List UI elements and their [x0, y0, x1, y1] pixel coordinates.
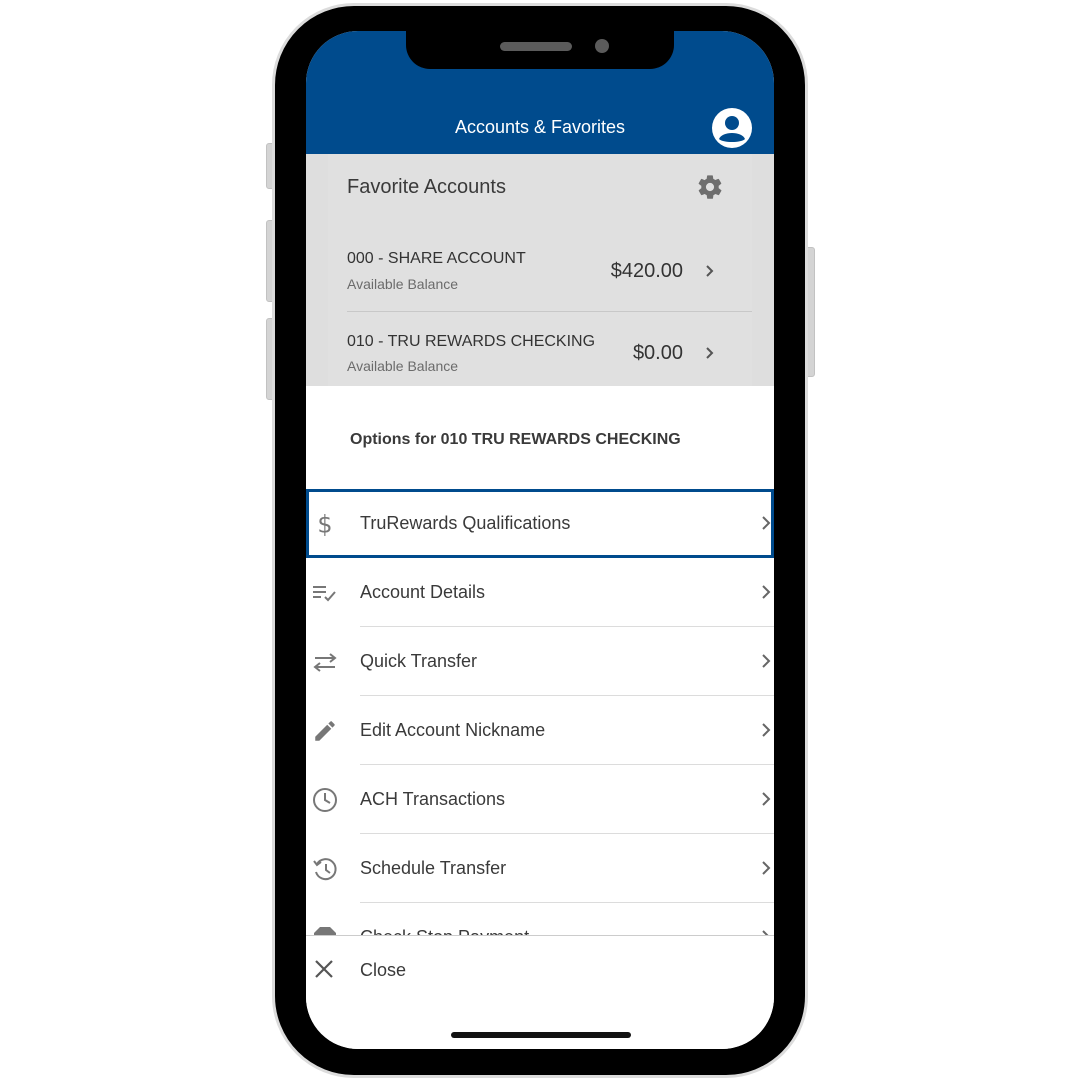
options-list[interactable]: $ TruRewards Qualifications Account Deta… [306, 489, 774, 935]
clock-icon [313, 788, 337, 812]
option-label: TruRewards Qualifications [360, 513, 571, 533]
option-schedule-transfer[interactable]: Schedule Transfer [306, 834, 774, 903]
account-balance: $0.00 [632, 342, 683, 364]
list-check-icon [313, 586, 336, 602]
phone-notch [406, 31, 674, 69]
option-label: Check Stop Payment [360, 927, 529, 935]
account-balance-label: Available Balance [347, 358, 459, 374]
option-trurewards-qualifications[interactable]: $ TruRewards Qualifications [306, 489, 774, 558]
option-label: Schedule Transfer [360, 858, 507, 878]
page-title: Accounts & Favorites [454, 117, 626, 137]
favorites-title: Favorite Accounts [347, 176, 506, 198]
option-account-details[interactable]: Account Details [306, 558, 774, 627]
options-bottom-sheet: Options for 010 TRU REWARDS CHECKING $ T… [306, 386, 774, 1049]
home-indicator[interactable] [451, 1032, 631, 1038]
option-ach-transactions[interactable]: ACH Transactions [306, 765, 774, 834]
front-camera [595, 39, 609, 53]
profile-icon[interactable] [711, 107, 753, 149]
option-quick-transfer[interactable]: Quick Transfer [306, 627, 774, 696]
option-check-stop-payment[interactable]: Check Stop Payment [306, 903, 774, 935]
svg-text:$: $ [317, 511, 332, 537]
sheet-title: Options for 010 TRU REWARDS CHECKING [350, 431, 681, 448]
close-icon [315, 960, 333, 978]
speaker-grille [500, 42, 572, 51]
option-label: Account Details [360, 582, 486, 602]
chevron-right-icon [762, 792, 771, 806]
swap-arrows-icon [313, 653, 337, 672]
phone-screen: Accounts & Favorites Favorite Accounts 0… [306, 31, 774, 1049]
account-balance: $420.00 [610, 260, 683, 282]
chevron-right-icon [762, 585, 771, 599]
stop-icon [314, 927, 336, 935]
close-button[interactable]: Close [306, 936, 774, 1004]
dollar-icon: $ [317, 511, 332, 537]
history-clock-icon [313, 858, 337, 881]
chevron-right-icon [762, 861, 771, 875]
chevron-right-icon [762, 723, 771, 737]
account-divider [347, 311, 752, 312]
gear-icon[interactable] [696, 173, 724, 201]
option-label: Quick Transfer [360, 651, 478, 671]
chevron-right-icon [762, 516, 771, 530]
option-label: ACH Transactions [360, 789, 506, 809]
option-label: Edit Account Nickname [360, 720, 546, 740]
chevron-right-icon[interactable] [703, 346, 717, 360]
chevron-right-icon[interactable] [703, 264, 717, 278]
pencil-icon [315, 721, 335, 741]
close-label: Close [360, 960, 407, 980]
account-balance-label: Available Balance [347, 276, 459, 292]
account-name: 000 - SHARE ACCOUNT [347, 250, 526, 267]
chevron-right-icon [762, 654, 771, 668]
option-edit-account-nickname[interactable]: Edit Account Nickname [306, 696, 774, 765]
